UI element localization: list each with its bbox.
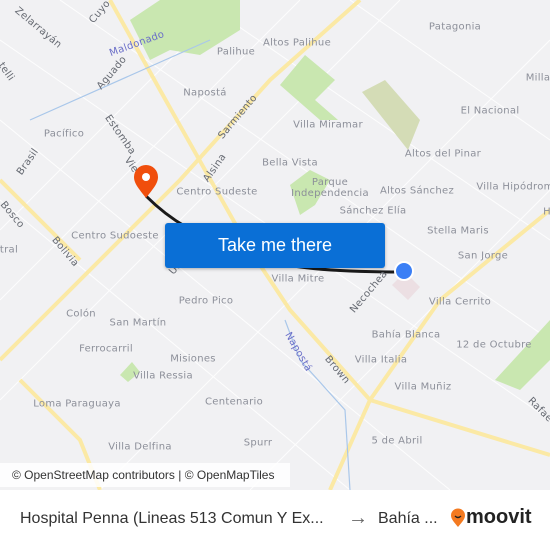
neighborhood-label: Villa Hipódrom <box>476 181 550 193</box>
neighborhood-label: Bahía Blanca <box>371 329 441 341</box>
neighborhood-label: 12 de Octubre <box>456 339 532 351</box>
neighborhood-label: Pacífico <box>43 128 85 140</box>
neighborhood-label: Altos Palihue <box>262 37 332 49</box>
neighborhood-label: Villa Delfina <box>108 441 172 453</box>
destination-dot-icon <box>394 261 414 281</box>
neighborhood-label: Patagonia <box>428 21 482 33</box>
neighborhood-label: Pedro Pico <box>178 295 234 307</box>
neighborhood-label: Altos Sánchez <box>380 185 454 197</box>
neighborhood-label: Villa Mitre <box>271 273 325 285</box>
neighborhood-label: Centenario <box>204 396 264 408</box>
neighborhood-label: Spurr <box>243 437 273 449</box>
arrow-right-icon: → <box>348 507 368 529</box>
neighborhood-label: Altos del Pinar <box>404 148 482 160</box>
map-attribution[interactable]: © OpenStreetMap contributors | © OpenMap… <box>0 463 290 487</box>
neighborhood-label: Centro Sudeste <box>176 186 258 198</box>
neighborhood-label: Ferrocarril <box>79 343 133 355</box>
neighborhood-label: Villa Muñiz <box>394 381 452 393</box>
neighborhood-label: Bella Vista <box>262 157 318 169</box>
neighborhood-label: El Nacional <box>460 105 520 117</box>
neighborhood-label: Villa Miramar <box>293 119 363 131</box>
brand-name: moovit <box>466 506 532 528</box>
neighborhood-label: H <box>543 206 550 218</box>
neighborhood-label: Villa Italia <box>354 354 408 366</box>
neighborhood-label: Sánchez Elía <box>339 205 407 217</box>
map[interactable]: Zelarrayán Cuyo Maldonado Aguado telli P… <box>0 0 550 490</box>
take-me-there-button[interactable]: Take me there <box>165 223 385 268</box>
neighborhood-label: 5 de Abril <box>371 435 423 447</box>
neighborhood-label: San Martín <box>109 317 167 329</box>
moovit-logo[interactable]: moovit <box>450 506 532 529</box>
origin-name: Hospital Penna (Lineas 513 Comun Y Ex... <box>20 510 324 527</box>
moovit-pin-icon <box>451 508 465 527</box>
route-footer: Hospital Penna (Lineas 513 Comun Y Ex...… <box>0 490 550 550</box>
destination-name: Bahía ... <box>378 510 438 527</box>
neighborhood-label: Loma Paraguaya <box>33 398 121 410</box>
neighborhood-label: Napostá <box>183 87 227 99</box>
neighborhood-label: Colón <box>66 308 96 320</box>
neighborhood-label: Milla <box>525 72 550 84</box>
neighborhood-label: Centro Sudoeste <box>71 230 159 242</box>
neighborhood-label: San Jorge <box>457 250 509 262</box>
neighborhood-label: Stella Maris <box>427 225 489 237</box>
neighborhood-label: Palihue <box>216 46 256 58</box>
park-label: Parque Independencia <box>291 177 369 199</box>
neighborhood-label: Villa Ressia <box>133 370 193 382</box>
neighborhood-label: Villa Cerrito <box>428 296 492 308</box>
neighborhood-label: tral <box>0 244 19 256</box>
neighborhood-label: Misiones <box>170 353 216 365</box>
